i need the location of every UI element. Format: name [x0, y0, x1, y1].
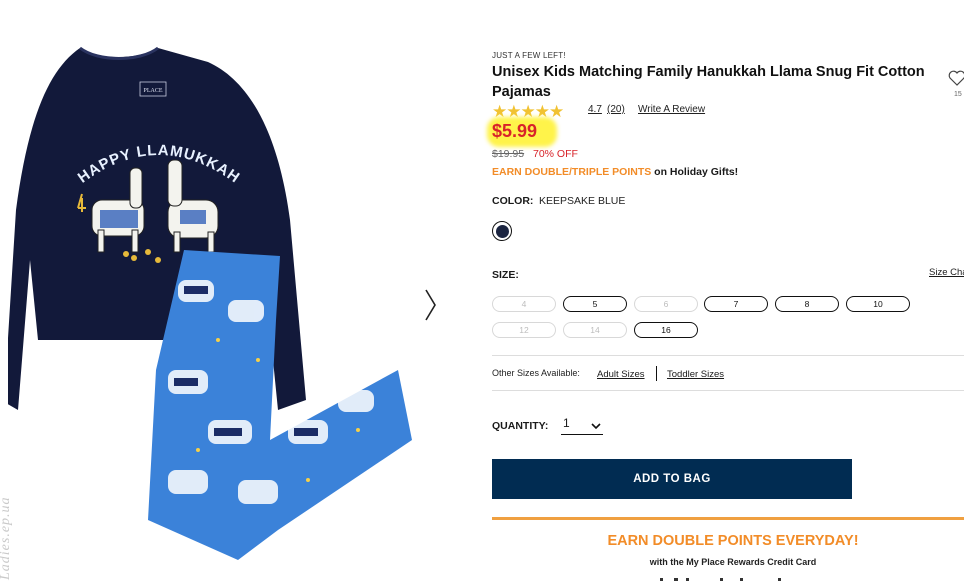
- other-sizes-label: Other Sizes Available:: [492, 368, 580, 378]
- wishlist-button[interactable]: 15: [948, 70, 964, 100]
- chevron-down-icon: [591, 423, 601, 430]
- size-option[interactable]: 4: [492, 296, 556, 312]
- size-chart-link[interactable]: Size Chart: [929, 267, 964, 278]
- size-option[interactable]: 12: [492, 322, 556, 338]
- add-to-bag-button[interactable]: ADD TO BAG: [492, 459, 852, 499]
- shirt-tag: PLACE: [143, 88, 162, 94]
- color-label: COLOR:: [492, 195, 534, 207]
- review-count[interactable]: (20): [607, 104, 625, 115]
- size-label: SIZE:: [492, 269, 519, 281]
- size-option[interactable]: 10: [846, 296, 910, 312]
- write-review-link[interactable]: Write A Review: [638, 104, 705, 115]
- rewards-divider: [492, 517, 964, 520]
- link-separator: [656, 366, 657, 381]
- points-promo: EARN DOUBLE/TRIPLE POINTS on Holiday Gif…: [492, 166, 738, 178]
- chevron-right-icon[interactable]: [420, 285, 442, 325]
- size-option[interactable]: 14: [563, 322, 627, 338]
- product-image: PLACE HAPPY LLAMUKKAH: [8, 46, 412, 560]
- wishlist-count: 15: [954, 91, 962, 98]
- product-title: Unisex Kids Matching Family Hanukkah Lla…: [492, 64, 925, 100]
- rating-value[interactable]: 4.7: [588, 104, 602, 115]
- size-option[interactable]: 5: [563, 296, 627, 312]
- size-option[interactable]: 7: [704, 296, 768, 312]
- divider: [492, 390, 964, 391]
- rewards-subtext: with the My Place Rewards Credit Card: [649, 557, 817, 567]
- color-swatch-keepsake-blue[interactable]: [492, 221, 512, 241]
- divider: [492, 355, 964, 356]
- size-option[interactable]: 16: [634, 322, 698, 338]
- points-promo-text: on Holiday Gifts!: [651, 166, 739, 178]
- points-promo-highlight: EARN DOUBLE/TRIPLE POINTS: [492, 166, 652, 178]
- toddler-sizes-link[interactable]: Toddler Sizes: [667, 369, 724, 380]
- swatch-fill: [495, 224, 509, 238]
- quantity-select[interactable]: 1: [561, 416, 603, 435]
- quantity-value: 1: [563, 416, 570, 430]
- adult-sizes-link[interactable]: Adult Sizes: [597, 369, 645, 380]
- heart-icon: [948, 70, 964, 86]
- watermark: Ladies.ep.ua: [0, 496, 13, 580]
- rewards-headline: EARN DOUBLE POINTS EVERYDAY!: [607, 533, 859, 549]
- size-option[interactable]: 8: [775, 296, 839, 312]
- size-option[interactable]: 6: [634, 296, 698, 312]
- stock-note: JUST A FEW LEFT!: [492, 51, 566, 60]
- original-price: $19.95: [492, 148, 525, 160]
- quantity-label: QUANTITY:: [492, 420, 549, 432]
- color-value: KEEPSAKE BLUE: [539, 195, 626, 207]
- truncated-text-fragment: [660, 578, 781, 581]
- discount-badge: 70% OFF: [533, 148, 578, 160]
- sale-price: $5.99: [492, 121, 538, 141]
